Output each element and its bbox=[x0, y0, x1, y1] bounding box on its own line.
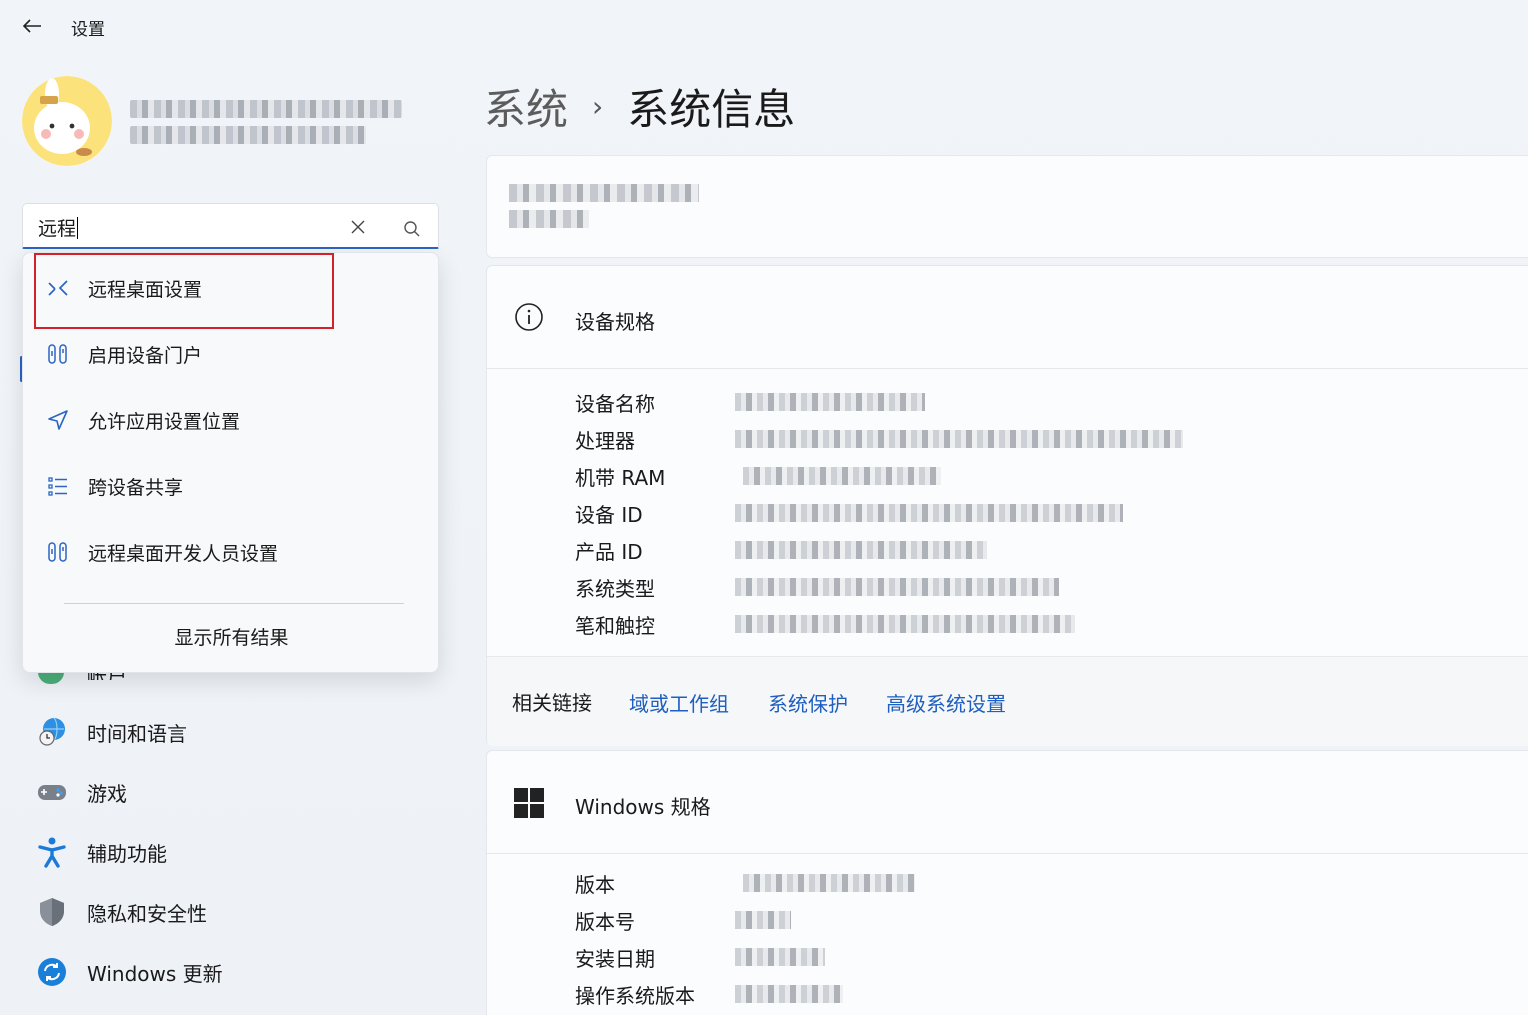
spec-row: 版本 bbox=[575, 865, 1525, 902]
breadcrumb-separator: › bbox=[592, 89, 604, 123]
windows-logo-icon bbox=[514, 788, 544, 822]
search-input[interactable]: 远程 bbox=[38, 214, 79, 241]
search-icon bbox=[404, 221, 420, 237]
related-links-label: 相关链接 bbox=[512, 691, 592, 715]
back-arrow-icon bbox=[22, 19, 41, 33]
search-result-location[interactable]: 允许应用设置位置 bbox=[23, 392, 440, 448]
spec-row: 笔和触控 bbox=[575, 606, 1525, 643]
settings-search[interactable]: 远程 bbox=[22, 203, 439, 249]
update-icon bbox=[36, 956, 68, 988]
location-icon bbox=[45, 407, 71, 433]
sidebar-item-accessibility[interactable]: 辅助功能 bbox=[30, 830, 430, 874]
redacted-value bbox=[735, 541, 987, 559]
windows-specs-title: Windows 规格 bbox=[575, 795, 711, 819]
developer-tools-icon bbox=[45, 539, 71, 565]
spec-row: 安装日期 bbox=[575, 939, 1525, 976]
spec-row: 产品 ID bbox=[575, 532, 1525, 569]
breadcrumb-parent[interactable]: 系统 bbox=[484, 76, 568, 137]
device-specs-header[interactable]: 设备规格 bbox=[487, 266, 1528, 369]
window-title: 设置 bbox=[71, 20, 105, 40]
spec-row: 设备 ID bbox=[575, 495, 1525, 532]
sidebar-item-windows-update[interactable]: Windows 更新 bbox=[30, 950, 430, 994]
remote-desktop-icon bbox=[45, 275, 71, 301]
spec-row: 设备名称 bbox=[575, 384, 1525, 421]
clear-search-button[interactable] bbox=[345, 214, 371, 240]
search-result-nearby-sharing[interactable]: 跨设备共享 bbox=[23, 458, 440, 514]
redacted-value bbox=[735, 911, 791, 929]
search-results-dropdown: 远程桌面设置 启用设备门户 允许应用设置位置 跨设备共享 远程桌面开发人员设置 … bbox=[22, 252, 439, 673]
device-specs-title: 设备规格 bbox=[575, 310, 655, 334]
redacted-value bbox=[735, 393, 925, 411]
windows-specs-card: Windows 规格 版本 版本号 安装日期 操作系统版本 bbox=[486, 750, 1528, 1015]
device-name-card bbox=[486, 155, 1528, 258]
spec-row: 操作系统版本 bbox=[575, 976, 1525, 1013]
sidebar-item-gaming[interactable]: 游戏 bbox=[30, 770, 430, 814]
user-info-redacted bbox=[130, 100, 402, 148]
device-name-redacted bbox=[509, 184, 699, 230]
bunny-avatar-icon bbox=[22, 76, 112, 166]
redacted-value bbox=[735, 430, 1183, 448]
spec-row: 机带 RAM bbox=[575, 458, 1525, 495]
link-system-protection[interactable]: 系统保护 bbox=[768, 688, 848, 717]
search-result-remote-desktop[interactable]: 远程桌面设置 bbox=[23, 253, 440, 329]
link-domain-workgroup[interactable]: 域或工作组 bbox=[629, 688, 729, 717]
avatar[interactable] bbox=[22, 76, 112, 166]
info-icon bbox=[514, 302, 544, 336]
redacted-value bbox=[735, 985, 843, 1003]
sidebar-item-privacy[interactable]: 隐私和安全性 bbox=[30, 890, 430, 934]
shield-icon bbox=[36, 896, 68, 928]
device-specs-card: 设备规格 设备名称 处理器 机带 RAM 设备 ID 产品 ID 系统类型 笔和… bbox=[486, 265, 1528, 746]
spec-row: 系统类型 bbox=[575, 569, 1525, 606]
redacted-value bbox=[743, 467, 941, 485]
redacted-value bbox=[735, 948, 825, 966]
search-result-device-portal[interactable]: 启用设备门户 bbox=[23, 326, 440, 382]
redacted-value bbox=[735, 615, 1075, 633]
show-all-results-button[interactable]: 显示所有结果 bbox=[23, 623, 440, 650]
divider bbox=[64, 603, 404, 604]
account-icon bbox=[38, 672, 64, 684]
sidebar-item-time-language[interactable]: 时间和语言 bbox=[30, 710, 430, 754]
globe-clock-icon bbox=[36, 716, 68, 748]
breadcrumb: 系统 › 系统信息 bbox=[484, 76, 795, 136]
title-bar: 设置 bbox=[0, 0, 1528, 52]
search-result-remote-dev-settings[interactable]: 远程桌面开发人员设置 bbox=[23, 524, 440, 580]
related-links: 相关链接 域或工作组 系统保护 高级系统设置 bbox=[487, 656, 1528, 746]
spec-row: 处理器 bbox=[575, 421, 1525, 458]
page-title: 系统信息 bbox=[627, 84, 796, 134]
redacted-value bbox=[743, 874, 915, 892]
redacted-value bbox=[735, 578, 1059, 596]
spec-row: 版本号 bbox=[575, 902, 1525, 939]
close-icon bbox=[351, 220, 365, 234]
developer-tools-icon bbox=[45, 341, 71, 367]
link-advanced-settings[interactable]: 高级系统设置 bbox=[886, 688, 1006, 717]
search-button[interactable] bbox=[399, 216, 425, 242]
gamepad-icon bbox=[36, 776, 68, 808]
device-specs-list: 设备名称 处理器 机带 RAM 设备 ID 产品 ID 系统类型 笔和触控 bbox=[575, 384, 1525, 643]
windows-specs-list: 版本 版本号 安装日期 操作系统版本 bbox=[575, 865, 1525, 1013]
back-button[interactable] bbox=[16, 12, 48, 40]
redacted-value bbox=[735, 504, 1123, 522]
windows-specs-header[interactable]: Windows 规格 bbox=[487, 751, 1528, 854]
accessibility-icon bbox=[36, 836, 68, 868]
list-icon bbox=[45, 473, 71, 499]
